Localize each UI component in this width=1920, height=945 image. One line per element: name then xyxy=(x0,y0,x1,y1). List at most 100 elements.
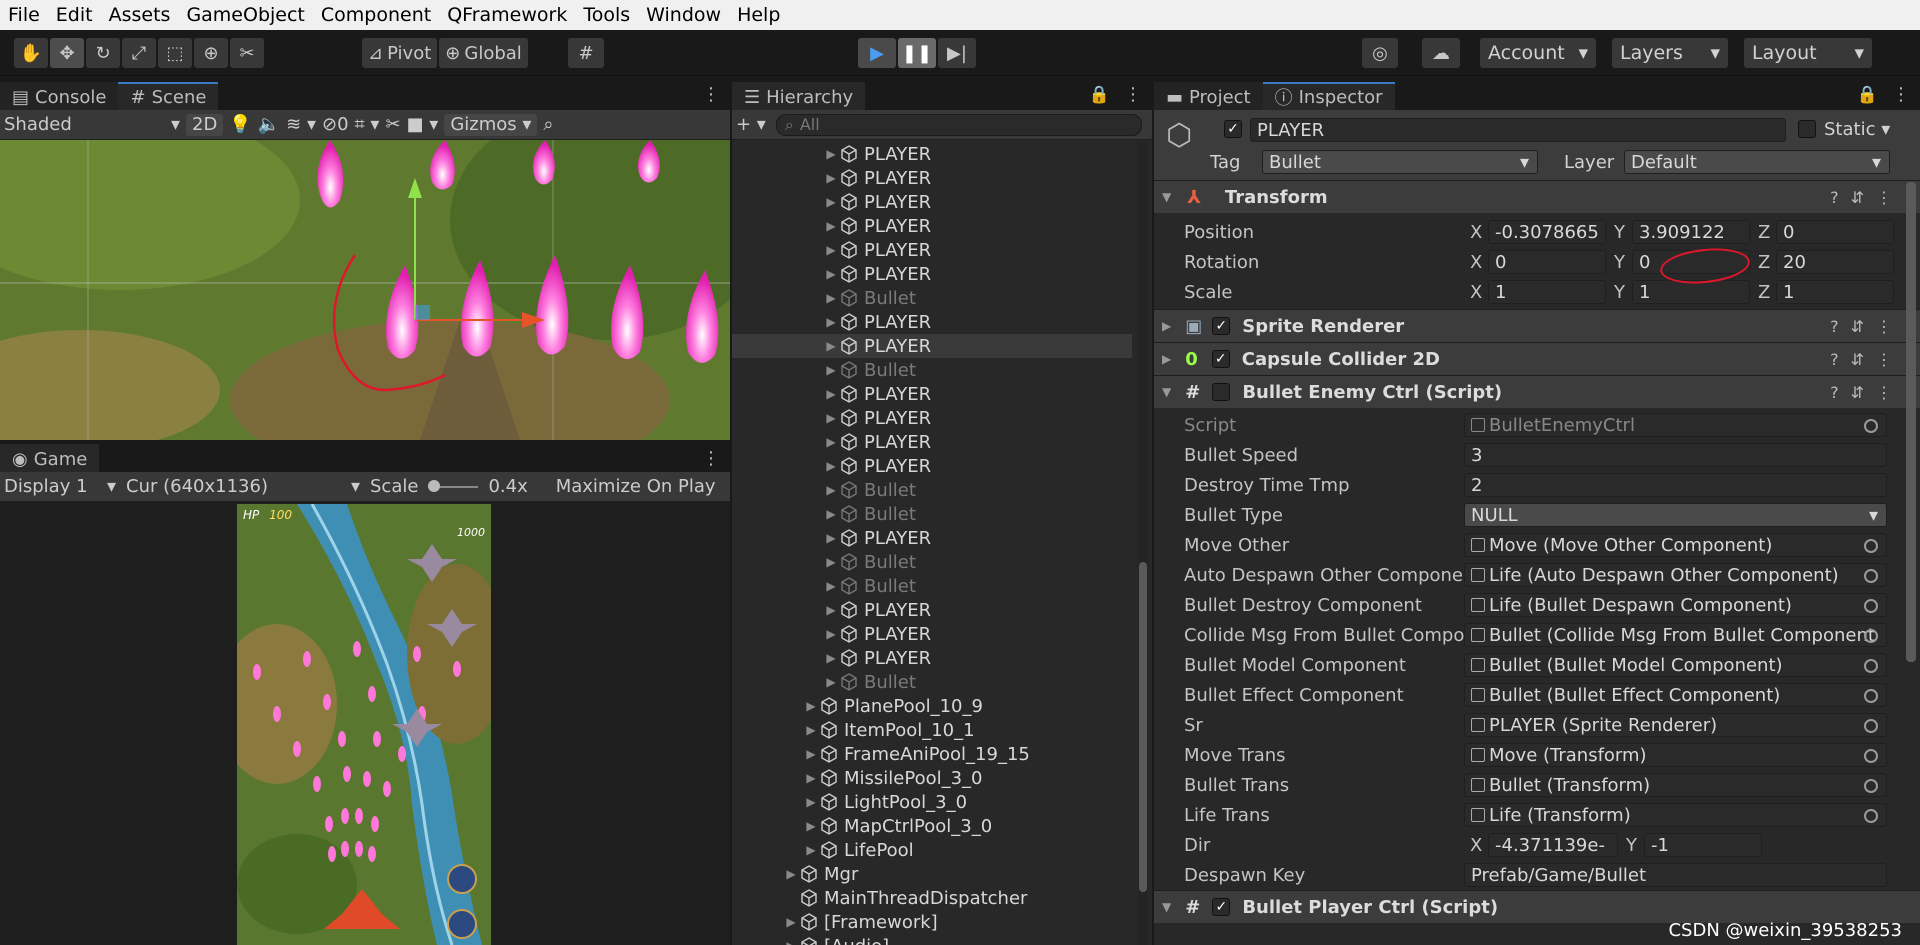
hierarchy-item[interactable]: ▶ PLAYER xyxy=(732,334,1132,358)
object-picker-icon[interactable] xyxy=(1864,659,1878,673)
transform-tool-icon[interactable]: ⊕ xyxy=(194,38,228,68)
expand-arrow-icon[interactable]: ▶ xyxy=(784,939,798,945)
transform-z-field[interactable]: 20 xyxy=(1776,250,1894,274)
object-picker-icon[interactable] xyxy=(1864,629,1878,643)
more-icon[interactable]: ⋮ xyxy=(1892,84,1910,105)
collab-icon[interactable]: ◎ xyxy=(1362,38,1398,68)
despawn-key-field[interactable]: Prefab/Game/Bullet xyxy=(1464,863,1887,887)
expand-arrow-icon[interactable]: ▶ xyxy=(824,675,838,689)
script-field-value-box[interactable]: PLAYER (Sprite Renderer) xyxy=(1464,713,1887,737)
tab-inspector[interactable]: ⓘ Inspector xyxy=(1262,82,1395,110)
hierarchy-item[interactable]: ▶ PLAYER xyxy=(732,142,1132,166)
layout-dropdown[interactable]: Layout ▾ xyxy=(1744,38,1872,68)
hierarchy-search-input[interactable]: ⌕ All xyxy=(775,113,1142,136)
tab-hierarchy[interactable]: ☰ Hierarchy xyxy=(732,82,866,110)
foldout-icon[interactable]: ▼ xyxy=(1162,900,1171,914)
script-field-value-box[interactable]: Life (Bullet Despawn Component) xyxy=(1464,593,1887,617)
grid-snap-icon[interactable]: # xyxy=(568,38,604,68)
sprite-renderer-header[interactable]: ▶ ▣ ✓ Sprite Renderer ?⇵⋮ xyxy=(1154,309,1920,342)
capsule-collider-checkbox[interactable]: ✓ xyxy=(1211,350,1230,368)
step-button[interactable]: ▶| xyxy=(938,38,976,68)
more-icon[interactable]: ⋮ xyxy=(702,448,720,469)
scale-slider[interactable] xyxy=(428,479,479,492)
expand-arrow-icon[interactable]: ▶ xyxy=(824,603,838,617)
hierarchy-item[interactable]: ▶ PLAYER xyxy=(732,430,1132,454)
global-button[interactable]: ⊕ Global xyxy=(439,38,528,68)
hierarchy-item[interactable]: ▶ PLAYER xyxy=(732,406,1132,430)
hand-tool-icon[interactable]: ✋ xyxy=(14,38,48,68)
hierarchy-item[interactable]: ▶ PLAYER xyxy=(732,310,1132,334)
dir-y-field[interactable]: -1 xyxy=(1644,833,1762,857)
object-picker-icon[interactable] xyxy=(1864,419,1878,433)
component-controls-icon[interactable]: ?⇵⋮ xyxy=(1830,188,1904,207)
menu-item-window[interactable]: Window xyxy=(638,0,729,30)
expand-arrow-icon[interactable]: ▶ xyxy=(824,315,838,329)
play-button[interactable]: ▶ xyxy=(858,38,896,68)
hierarchy-item[interactable]: ▶ Bullet xyxy=(732,574,1132,598)
bullet-enemy-ctrl-checkbox[interactable] xyxy=(1212,383,1231,401)
hierarchy-item[interactable]: ▶ Mgr xyxy=(732,862,1132,886)
z-axis-label[interactable]: Z xyxy=(1758,282,1770,303)
menu-item-gameobject[interactable]: GameObject xyxy=(178,0,312,30)
hierarchy-item[interactable]: ▶ PLAYER xyxy=(732,166,1132,190)
more-icon[interactable]: ⋮ xyxy=(702,84,720,105)
transform-z-field[interactable]: 1 xyxy=(1776,280,1894,304)
expand-arrow-icon[interactable]: ▶ xyxy=(824,267,838,281)
foldout-icon[interactable]: ▼ xyxy=(1162,190,1171,204)
expand-arrow-icon[interactable]: ▶ xyxy=(784,867,798,881)
transform-x-field[interactable]: -0.3078665 xyxy=(1488,220,1606,244)
expand-arrow-icon[interactable]: ▶ xyxy=(824,195,838,209)
more-icon[interactable]: ⋮ xyxy=(1124,84,1142,105)
hierarchy-item[interactable]: ▶ LifePool xyxy=(732,838,1132,862)
hierarchy-item[interactable]: ▶ PLAYER xyxy=(732,262,1132,286)
hierarchy-item[interactable]: ▶ MapCtrlPool_3_0 xyxy=(732,814,1132,838)
hierarchy-item[interactable]: ▶ Bullet xyxy=(732,286,1132,310)
expand-arrow-icon[interactable]: ▶ xyxy=(824,435,838,449)
display-dropdown[interactable]: Display 1 ▾ xyxy=(4,476,116,497)
2d-toggle[interactable]: 2D xyxy=(186,113,224,136)
expand-arrow-icon[interactable]: ▶ xyxy=(824,363,838,377)
expand-arrow-icon[interactable]: ▶ xyxy=(824,171,838,185)
hierarchy-item[interactable]: ▶ Bullet xyxy=(732,550,1132,574)
grid-icon[interactable]: ⌗ ▾ xyxy=(355,114,380,135)
script-field-value-box[interactable]: 3 xyxy=(1464,443,1887,467)
hierarchy-item[interactable]: ▶ PlanePool_10_9 xyxy=(732,694,1132,718)
component-controls-icon[interactable]: ?⇵⋮ xyxy=(1830,350,1904,369)
transform-z-field[interactable]: 0 xyxy=(1776,220,1894,244)
expand-arrow-icon[interactable]: ▶ xyxy=(824,147,838,161)
script-field-value-box[interactable]: Bullet (Bullet Effect Component) xyxy=(1464,683,1887,707)
script-field-value-box[interactable]: Life (Auto Despawn Other Component) xyxy=(1464,563,1887,587)
account-dropdown[interactable]: Account ▾ xyxy=(1480,38,1596,68)
transform-x-field[interactable]: 1 xyxy=(1488,280,1606,304)
script-field-value-box[interactable]: Move (Transform) xyxy=(1464,743,1887,767)
expand-arrow-icon[interactable]: ▶ xyxy=(824,483,838,497)
hierarchy-item[interactable]: ▶ [Framework] xyxy=(732,910,1132,934)
effects-icon[interactable]: ≋ ▾ xyxy=(286,114,316,135)
game-viewport[interactable]: HP 100 1000 xyxy=(237,504,491,945)
foldout-icon[interactable]: ▶ xyxy=(1162,352,1171,366)
object-picker-icon[interactable] xyxy=(1864,539,1878,553)
foldout-icon[interactable]: ▼ xyxy=(1162,385,1171,399)
search-icon[interactable]: ⌕ xyxy=(543,114,553,135)
capsule-collider-header[interactable]: ▶ 0 ✓ Capsule Collider 2D ?⇵⋮ xyxy=(1154,342,1920,375)
hierarchy-item[interactable]: ▶ PLAYER xyxy=(732,382,1132,406)
y-axis-label[interactable]: Y xyxy=(1614,252,1625,273)
object-picker-icon[interactable] xyxy=(1864,569,1878,583)
hierarchy-item[interactable]: ▶ PLAYER xyxy=(732,622,1132,646)
x-axis-label[interactable]: X xyxy=(1470,282,1482,303)
object-picker-icon[interactable] xyxy=(1864,719,1878,733)
tools-icon[interactable]: ✂ xyxy=(385,114,400,135)
static-dropdown[interactable]: Static ▾ xyxy=(1824,119,1890,140)
script-field-value-box[interactable]: Life (Transform) xyxy=(1464,803,1887,827)
add-icon[interactable]: + ▾ xyxy=(736,114,766,135)
transform-y-field[interactable]: 3.909122 xyxy=(1632,220,1750,244)
lock-icon[interactable]: 🔒 xyxy=(1089,85,1110,105)
object-picker-icon[interactable] xyxy=(1864,599,1878,613)
expand-arrow-icon[interactable]: ▶ xyxy=(824,651,838,665)
hierarchy-item[interactable]: ▶ Bullet xyxy=(732,358,1132,382)
hierarchy-item[interactable]: ▶ PLAYER xyxy=(732,190,1132,214)
rect-tool-icon[interactable]: ⬚ xyxy=(158,38,192,68)
gizmos-dropdown[interactable]: Gizmos ▾ xyxy=(444,113,538,136)
foldout-icon[interactable]: ▶ xyxy=(1162,319,1171,333)
tab-console[interactable]: ▤ Console xyxy=(0,82,119,110)
